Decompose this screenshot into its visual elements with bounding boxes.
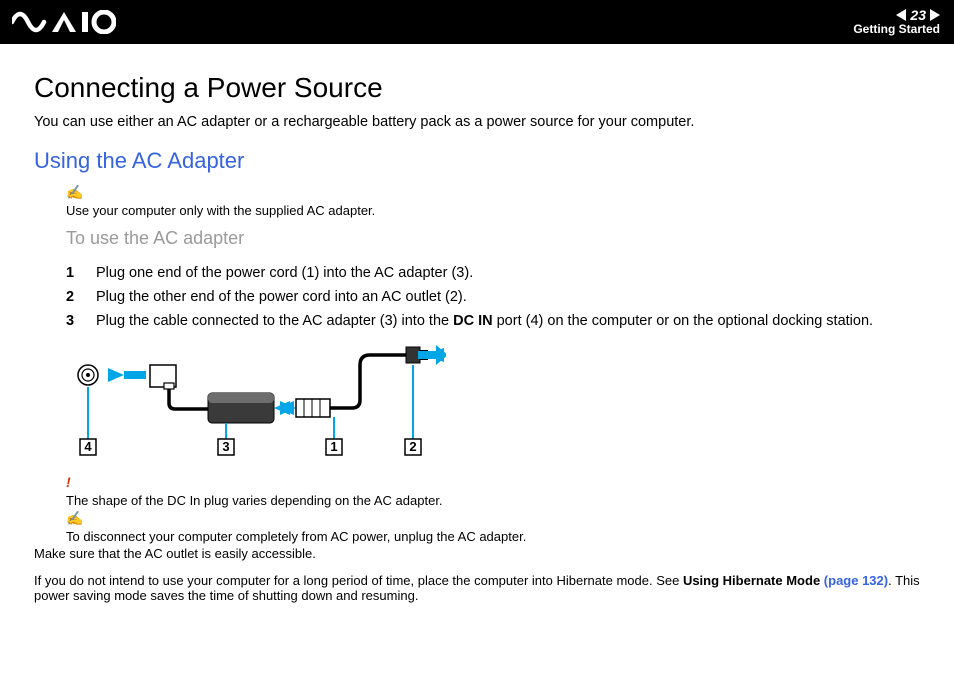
step-number: 2 — [66, 289, 96, 305]
note-block-1: ✍ Use your computer only with the suppli… — [66, 184, 920, 220]
note-2-text: To disconnect your computer completely f… — [66, 529, 526, 544]
paragraph-outlet: Make sure that the AC outlet is easily a… — [34, 546, 920, 561]
callout-1: 1 — [330, 439, 337, 454]
warning-icon: ! — [66, 474, 71, 490]
hibernate-mode-link[interactable]: (page 132) — [824, 573, 888, 588]
ac-adapter-diagram: 4 3 1 2 — [66, 343, 920, 468]
step-text-bold: DC IN — [453, 313, 492, 329]
warning-block: ! The shape of the DC In plug varies dep… — [66, 474, 920, 510]
step-text: Plug one end of the power cord (1) into … — [96, 265, 473, 281]
procedure-heading: To use the AC adapter — [66, 228, 920, 249]
next-page-arrow-icon[interactable] — [930, 9, 940, 21]
step-item: 3 Plug the cable connected to the AC ada… — [66, 313, 920, 329]
note-icon: ✍ — [66, 510, 83, 526]
callout-3: 3 — [222, 439, 229, 454]
step-item: 2 Plug the other end of the power cord i… — [66, 289, 920, 305]
prev-page-arrow-icon[interactable] — [896, 9, 906, 21]
callout-2: 2 — [409, 439, 416, 454]
vaio-logo-svg — [12, 10, 116, 34]
note-block-2: ✍ To disconnect your computer completely… — [66, 510, 920, 546]
step-number: 3 — [66, 313, 96, 329]
page-title: Connecting a Power Source — [34, 72, 920, 104]
step-number: 1 — [66, 265, 96, 281]
section-label: Getting Started — [853, 22, 940, 36]
page-body: Connecting a Power Source You can use ei… — [0, 44, 954, 625]
step-text: Plug the other end of the power cord int… — [96, 289, 467, 305]
para2-before: If you do not intend to use your compute… — [34, 573, 683, 588]
step-list: 1 Plug one end of the power cord (1) int… — [66, 265, 920, 329]
note-icon: ✍ — [66, 184, 83, 200]
step-text: Plug the cable connected to the AC adapt… — [96, 313, 873, 329]
vaio-logo — [12, 10, 116, 34]
warning-text: The shape of the DC In plug varies depen… — [66, 493, 443, 508]
step-text-before: Plug the cable connected to the AC adapt… — [96, 313, 453, 329]
subsection-title: Using the AC Adapter — [34, 148, 920, 174]
step-text-after: port (4) on the computer or on the optio… — [493, 313, 873, 329]
paragraph-hibernate: If you do not intend to use your compute… — [34, 573, 920, 603]
step-item: 1 Plug one end of the power cord (1) int… — [66, 265, 920, 281]
intro-text: You can use either an AC adapter or a re… — [34, 114, 920, 130]
para2-link-label: Using Hibernate Mode — [683, 573, 824, 588]
callout-4: 4 — [84, 439, 92, 454]
header-bar: 23 Getting Started — [0, 0, 954, 44]
page-number: 23 — [910, 8, 926, 22]
note-1-text: Use your computer only with the supplied… — [66, 203, 375, 218]
page-nav-box: 23 Getting Started — [853, 8, 940, 36]
